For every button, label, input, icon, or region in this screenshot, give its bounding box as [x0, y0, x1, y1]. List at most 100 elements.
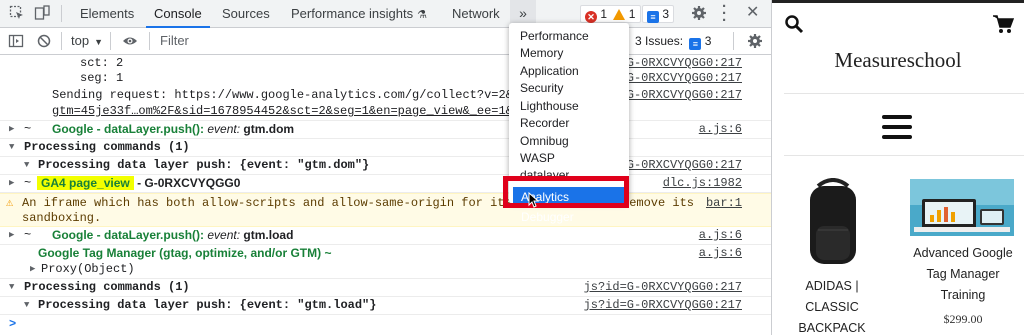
expand-triangle-icon[interactable]: ▶	[9, 124, 14, 134]
expand-triangle-icon[interactable]: ▶	[30, 264, 35, 274]
console-text: sct: 2	[80, 56, 124, 70]
divider	[110, 32, 111, 50]
menu-item-omnibug[interactable]: Omnibug	[520, 133, 569, 150]
device-toolbar-icon[interactable]	[34, 5, 50, 21]
console-text: ~	[24, 122, 32, 136]
source-link[interactable]: bar:1	[706, 196, 742, 210]
source-link[interactable]: a.js:6	[699, 228, 742, 242]
product-title-backpack[interactable]: ADIDAS | CLASSIC BACKPACK	[792, 276, 872, 335]
divider	[733, 32, 734, 50]
console-settings-gear-icon[interactable]	[747, 33, 763, 49]
close-devtools-icon[interactable]: ✕	[746, 2, 759, 22]
context-label: top	[71, 33, 90, 48]
highlight-outline	[503, 176, 629, 208]
menu-item-memory[interactable]: Memory	[520, 45, 563, 62]
collapse-triangle-icon[interactable]: ▼	[24, 300, 29, 310]
context-selector[interactable]: top ▼	[71, 32, 103, 50]
datalayer-push-label: Google - dataLayer.push(): event: gtm.lo…	[52, 228, 293, 242]
warning-icon: ⚠	[6, 196, 14, 210]
console-row[interactable]: ▶ ~ Google - dataLayer.push(): event: gt…	[0, 121, 771, 139]
devtools-tab-bar: Elements Console Sources Performance ins…	[0, 0, 771, 28]
console-row[interactable]: ▶ ~ GA4 page_view - G-0RXCVYQGG0 dlc.js:…	[0, 175, 771, 193]
tab-performance-insights[interactable]: Performance insights ⚗	[289, 0, 429, 27]
console-row[interactable]: Google Tag Manager (gtag, optimize, and/…	[0, 245, 771, 279]
menu-item-performance[interactable]: Performance	[520, 28, 589, 45]
issues-label: 3 Issues:	[635, 34, 684, 48]
console-prompt[interactable]: >	[0, 315, 771, 333]
warning-text: An iframe which has both allow-scripts a…	[22, 196, 548, 210]
clear-console-icon[interactable]	[36, 33, 52, 49]
divider	[149, 32, 150, 50]
more-options-icon[interactable]: · · ·	[722, 0, 727, 28]
datalayer-push-text: Google - dataLayer.push():	[52, 122, 205, 136]
inspect-element-icon[interactable]	[9, 5, 25, 21]
datalayer-push-label: Google - dataLayer.push(): event: gtm.do…	[52, 122, 294, 136]
console-text: Processing commands (1)	[24, 140, 190, 154]
product-title-line: Training	[940, 288, 986, 302]
collapse-triangle-icon[interactable]: ▼	[24, 160, 29, 170]
console-output: sct: 2 js?id=G-0RXCVYQGG0:217 seg: 1 js?…	[0, 55, 771, 335]
warning-text: sandboxing.	[22, 211, 102, 225]
console-text: ~	[24, 228, 32, 242]
top-bar	[772, 0, 1024, 3]
divider	[784, 155, 1024, 156]
menu-item-wasp[interactable]: WASP	[520, 150, 555, 167]
event-label: event:	[207, 228, 241, 242]
filter-input[interactable]: Filter	[156, 31, 516, 51]
hamburger-menu-icon[interactable]	[882, 114, 912, 140]
request-url-link[interactable]: gtm=45je33f…om%2F&sid=1678954452&sct=2&s…	[52, 104, 549, 118]
divider	[61, 5, 62, 22]
datalayer-push-text: Google - dataLayer.push():	[52, 228, 205, 242]
divider	[784, 93, 1024, 94]
cart-icon[interactable]	[992, 14, 1014, 34]
message-icon: ≡	[647, 11, 659, 23]
devtools-panel: Elements Console Sources Performance ins…	[0, 0, 771, 335]
menu-item-application[interactable]: Application	[520, 63, 579, 80]
messages-badge[interactable]: ≡ 3	[642, 5, 675, 23]
collapse-triangle-icon[interactable]: ▼	[9, 282, 14, 292]
source-link[interactable]: a.js:6	[699, 122, 742, 136]
warning-icon	[613, 9, 626, 20]
prompt-chevron-icon: >	[9, 317, 17, 331]
menu-item-lighthouse[interactable]: Lighthouse	[520, 98, 579, 115]
console-row[interactable]: ▼ Processing commands (1) js?id=G-0RXCVY…	[0, 279, 771, 297]
console-row: Sending request: https://www.google-anal…	[0, 85, 771, 121]
site-title[interactable]: Measureschool	[772, 48, 1024, 73]
search-icon[interactable]	[784, 14, 804, 34]
tab-elements[interactable]: Elements	[78, 0, 136, 27]
issues-icon: ≡	[689, 38, 702, 50]
menu-item-recorder[interactable]: Recorder	[520, 115, 569, 132]
product-title-gtm-training[interactable]: Advanced Google Tag Manager Training	[905, 243, 1021, 306]
collapse-triangle-icon[interactable]: ▼	[9, 142, 14, 152]
eye-icon[interactable]	[122, 33, 138, 49]
console-text: seg: 1	[80, 71, 124, 85]
tab-sources[interactable]: Sources	[220, 0, 272, 27]
console-warning-row: ⚠ An iframe which has both allow-scripts…	[0, 193, 771, 227]
settings-gear-icon[interactable]	[691, 5, 707, 21]
source-link[interactable]: js?id=G-0RXCVYQGG0:217	[584, 298, 742, 312]
console-row[interactable]: ▼ Processing data layer push: {event: "g…	[0, 157, 771, 175]
console-toolbar: top ▼ Filter 3 Issues: ≡ 3	[0, 28, 771, 55]
tab-network[interactable]: Network	[450, 0, 502, 27]
source-link[interactable]: a.js:6	[699, 246, 742, 260]
console-row[interactable]: ▼ Processing commands (1)	[0, 139, 771, 157]
console-row[interactable]: ▼ Processing data layer push: {event: "g…	[0, 297, 771, 315]
ga4-pageview-highlight: GA4 page_view	[37, 176, 134, 190]
console-text: Proxy(Object)	[41, 262, 135, 276]
source-link[interactable]: js?id=G-0RXCVYQGG0:217	[584, 280, 742, 294]
warning-count: 1	[628, 7, 636, 21]
error-count-badge[interactable]: ✕ 1 1	[580, 5, 642, 23]
product-title-line: ADIDAS |	[805, 279, 859, 293]
issues-counter[interactable]: 3 Issues: ≡ 3	[635, 32, 711, 50]
console-row[interactable]: ▶ ~ Google - dataLayer.push(): event: gt…	[0, 227, 771, 245]
console-text: Processing data layer push: {event: "gtm…	[38, 298, 377, 312]
expand-triangle-icon[interactable]: ▶	[9, 230, 14, 240]
source-link[interactable]: dlc.js:1982	[663, 176, 742, 190]
course-thumbnail-image[interactable]	[910, 179, 1014, 236]
sidebar-toggle-icon[interactable]	[8, 33, 24, 49]
flask-icon: ⚗	[417, 9, 427, 21]
menu-item-security[interactable]: Security	[520, 80, 563, 97]
backpack-image[interactable]	[804, 178, 862, 266]
tab-console[interactable]: Console	[146, 0, 210, 28]
expand-triangle-icon[interactable]: ▶	[9, 178, 14, 188]
